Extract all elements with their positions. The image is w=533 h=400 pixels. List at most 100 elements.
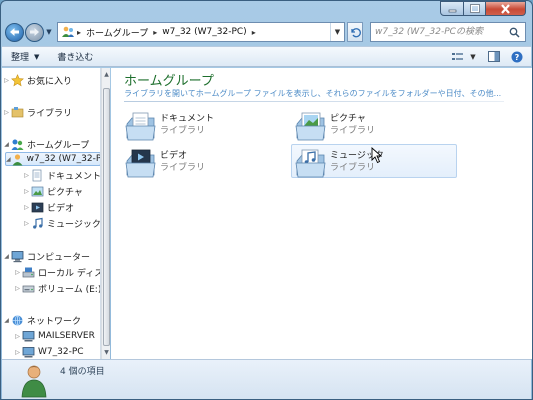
expand-arrow-icon[interactable]: ▷ — [13, 333, 22, 340]
preview-pane-icon — [488, 51, 500, 62]
view-list-icon — [452, 52, 463, 60]
tree-item-network[interactable]: ◢ ネットワーク — [2, 313, 81, 327]
page-description: ライブラリを開いてホームグループ ファイルを表示し、それらのファイルをフォルダー… — [124, 89, 502, 98]
expand-arrow-icon[interactable]: ▷ — [2, 77, 11, 84]
music-library-icon — [295, 149, 326, 178]
tree-item-mailserver[interactable]: ▷ MAILSERVER — [13, 329, 95, 343]
expand-arrow-icon[interactable]: ▷ — [22, 204, 31, 211]
maximize-icon — [469, 4, 480, 13]
computer-icon — [11, 250, 24, 262]
tree-item-local-disk[interactable]: ▷ ローカル ディスク — [13, 265, 100, 279]
videos-library-icon — [31, 202, 44, 212]
maximize-button[interactable] — [464, 1, 486, 16]
help-button[interactable]: ? — [507, 47, 527, 66]
collapse-arrow-icon[interactable]: ◢ — [2, 253, 11, 260]
back-button[interactable] — [5, 22, 24, 42]
search-box[interactable] — [370, 22, 526, 42]
collapse-arrow-icon[interactable]: ◢ — [2, 317, 11, 324]
music-library-icon — [33, 217, 43, 229]
library-name: ビデオ — [160, 151, 188, 161]
breadcrumb-user[interactable]: w7_32 (W7_32-PC) — [159, 23, 249, 41]
collapse-arrow-icon[interactable]: ◢ — [2, 141, 11, 148]
expand-arrow-icon[interactable]: ▷ — [22, 220, 31, 227]
arrow-left-icon — [10, 28, 19, 36]
address-bar[interactable]: ▸ ホームグループ ▸ w7_32 (W7_32-PC) ▸ ▼ — [57, 22, 345, 42]
tree-item-pictures[interactable]: ▷ ピクチャ — [22, 184, 83, 198]
library-item-documents[interactable]: ドキュメント ライブラリ — [123, 109, 289, 143]
navigation-bar: ▼ ▸ ホームグループ ▸ w7_32 (W7_32-PC) ▸ ▼ — [5, 19, 528, 45]
homegroup-icon — [62, 26, 74, 37]
breadcrumb-separator[interactable]: ▸ — [151, 28, 159, 37]
tree-label: ピクチャ — [47, 187, 83, 198]
search-input[interactable] — [371, 24, 509, 40]
library-item-videos[interactable]: ビデオ ライブラリ — [123, 146, 289, 180]
item-count: 4 個の項目 — [60, 367, 105, 377]
computer-icon — [22, 330, 35, 341]
homegroup-icon — [11, 139, 24, 150]
burn-label: 書き込む — [57, 53, 94, 63]
tree-item-volume-e[interactable]: ▷ ボリューム (E:) — [13, 281, 101, 295]
tree-item-favorites[interactable]: ▷ お気に入り — [2, 73, 72, 87]
details-pane: 4 個の項目 — [2, 359, 531, 399]
tree-label: お気に入り — [27, 76, 73, 87]
expand-arrow-icon[interactable]: ▷ — [22, 172, 31, 179]
organize-button[interactable]: 整理 ▼ — [2, 47, 48, 66]
library-type: ライブラリ — [160, 126, 206, 136]
breadcrumb-separator[interactable]: ▸ — [75, 28, 83, 37]
tree-label: コンピューター — [27, 252, 91, 263]
breadcrumb-homegroup[interactable]: ホームグループ — [83, 23, 151, 41]
scrollbar-thumb[interactable] — [103, 88, 110, 346]
tree-item-libraries[interactable]: ▷ ライブラリ — [2, 105, 72, 119]
drive-icon — [22, 285, 35, 292]
expand-arrow-icon[interactable]: ▷ — [22, 188, 31, 195]
user-icon — [12, 153, 23, 165]
expand-arrow-icon[interactable]: ▷ — [2, 109, 11, 116]
search-icon[interactable] — [509, 27, 520, 38]
chevron-down-icon: ▼ — [34, 52, 40, 61]
expand-arrow-icon[interactable]: ▷ — [13, 269, 22, 276]
minimize-icon — [448, 9, 456, 13]
view-options-dropdown[interactable]: ▼ — [468, 47, 478, 66]
content-pane: ホームグループ ライブラリを開いてホームグループ ファイルを表示し、それらのファ… — [111, 68, 532, 359]
library-type: ライブラリ — [160, 163, 206, 173]
chevron-down-icon: ▼ — [470, 52, 476, 61]
caption-buttons — [440, 1, 526, 16]
burn-button[interactable]: 書き込む — [48, 47, 102, 66]
user-icon — [21, 365, 47, 398]
forward-button[interactable] — [25, 22, 44, 42]
expand-arrow-icon[interactable]: ▷ — [13, 349, 22, 356]
library-type: ライブラリ — [330, 126, 376, 136]
tree-label: ミュージック — [47, 219, 101, 230]
tree-label: ボリューム (E:) — [38, 284, 101, 295]
breadcrumb-separator[interactable]: ▸ — [250, 28, 258, 37]
documents-library-icon — [125, 112, 156, 141]
tree-label: w7_32 (W7_32-PC) — [26, 154, 101, 164]
tree-item-homegroup-user[interactable]: ◢ w7_32 (W7_32-PC) — [5, 152, 101, 166]
tree-item-music[interactable]: ▷ ミュージック — [22, 216, 101, 230]
library-item-pictures[interactable]: ピクチャ ライブラリ — [293, 109, 459, 143]
tree-item-videos[interactable]: ▷ ビデオ — [22, 200, 74, 214]
preview-pane-button[interactable] — [484, 47, 504, 66]
recent-pages-dropdown[interactable]: ▼ — [44, 23, 54, 41]
change-view-button[interactable] — [448, 47, 468, 66]
expand-arrow-icon[interactable]: ▷ — [13, 285, 22, 292]
tree-item-homegroup[interactable]: ◢ ホームグループ — [2, 137, 89, 151]
navigation-scrollbar[interactable]: ▲ ▼ — [101, 68, 110, 359]
tree-item-documents[interactable]: ▷ ドキュメント — [22, 168, 101, 182]
address-history-dropdown[interactable]: ▼ — [330, 23, 344, 41]
explorer-window: ▼ ▸ ホームグループ ▸ w7_32 (W7_32-PC) ▸ ▼ 整理 ▼ — [0, 0, 533, 400]
refresh-icon — [350, 27, 361, 37]
scroll-down-arrow-icon[interactable]: ▼ — [102, 348, 111, 357]
network-icon — [12, 314, 23, 326]
refresh-button[interactable] — [347, 22, 363, 42]
library-icon — [11, 106, 24, 117]
tree-label: ドキュメント — [47, 171, 101, 182]
tree-label: ローカル ディスク — [38, 268, 100, 279]
scroll-up-arrow-icon[interactable]: ▲ — [102, 70, 111, 79]
minimize-button[interactable] — [440, 1, 464, 16]
close-button[interactable] — [486, 1, 526, 16]
tree-item-computer[interactable]: ◢ コンピューター — [2, 249, 90, 263]
tree-label: W7_32-PC — [38, 347, 84, 357]
organize-label: 整理 — [11, 53, 30, 63]
tree-item-w7-32-pc[interactable]: ▷ W7_32-PC — [13, 345, 84, 359]
